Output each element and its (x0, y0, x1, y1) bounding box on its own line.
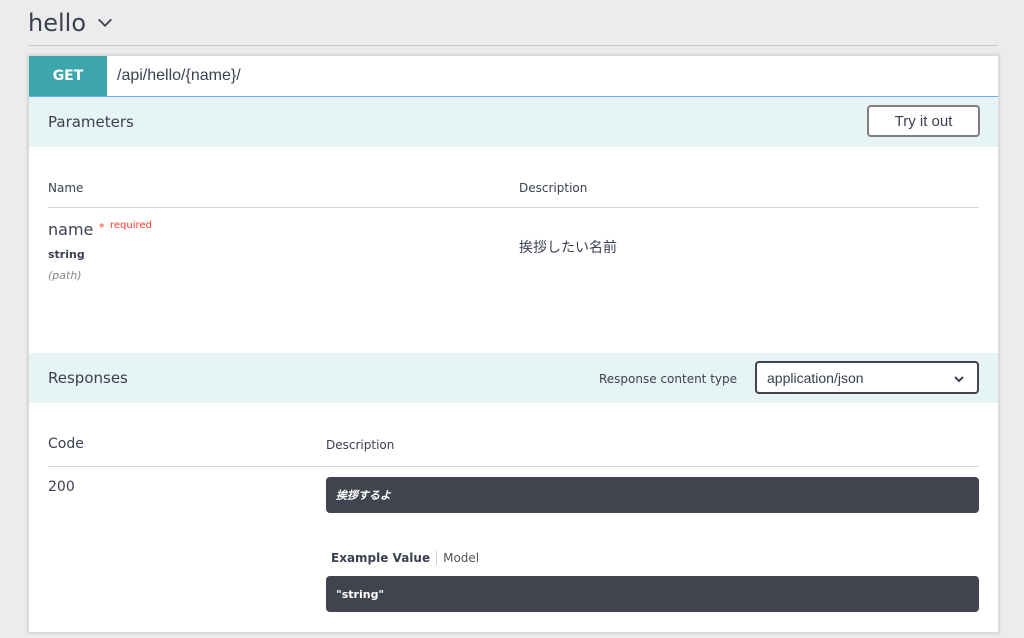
operation-block: GET /api/hello/{name}/ Parameters Try it… (28, 55, 999, 633)
responses-title: Responses (48, 369, 128, 387)
response-code: 200 (48, 479, 75, 495)
chevron-down-icon (98, 18, 112, 27)
model-tab[interactable]: Model (443, 551, 479, 565)
response-content-type-label: Response content type (599, 372, 738, 386)
select-value: application/json (767, 369, 864, 386)
operation-summary[interactable]: GET /api/hello/{name}/ (29, 56, 998, 97)
example-value-box: "string" (326, 576, 979, 612)
response-header-divider (48, 466, 979, 467)
example-value-tab[interactable]: Example Value (331, 551, 430, 565)
response-col-code: Code (48, 436, 84, 452)
tag-title: hello (28, 8, 86, 37)
param-description: 挨拶したい名前 (519, 240, 617, 256)
method-badge: GET (29, 56, 107, 96)
required-star: * (99, 221, 105, 234)
param-header-divider (48, 207, 979, 208)
operation-path: /api/hello/{name}/ (117, 67, 241, 84)
chevron-down-icon (954, 376, 964, 383)
parameters-header: Parameters Try it out (29, 97, 998, 147)
response-description: 挨拶するよ (326, 477, 979, 513)
response-col-description: Description (326, 438, 395, 452)
example-tabs: Example Value Model (331, 551, 479, 565)
required-label: required (110, 220, 152, 231)
param-name: name (48, 220, 94, 239)
param-col-description: Description (519, 181, 588, 195)
param-type: string (48, 248, 85, 261)
param-col-name: Name (48, 181, 84, 195)
tab-divider (436, 551, 438, 565)
tag-header[interactable]: hello (28, 0, 998, 46)
param-location: (path) (48, 269, 82, 282)
parameters-title: Parameters (48, 113, 134, 131)
response-content-type-select[interactable]: application/json (755, 361, 979, 394)
try-it-out-button[interactable]: Try it out (867, 105, 980, 137)
